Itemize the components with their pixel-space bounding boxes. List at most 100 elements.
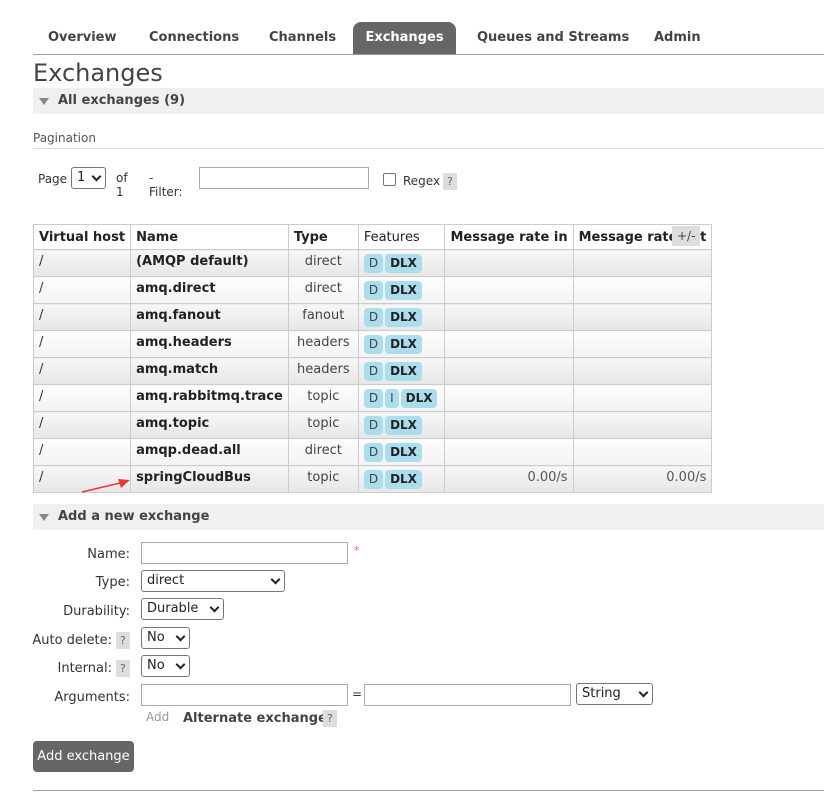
- cell-type: topic: [287, 411, 359, 439]
- feature-badge: D: [363, 389, 384, 408]
- chevron-down-icon: [91, 171, 102, 182]
- arguments-label: Arguments:: [54, 690, 130, 705]
- tab-exchanges[interactable]: Exchanges: [353, 22, 456, 54]
- chevron-down-icon: [209, 602, 220, 613]
- type-label: Type:: [95, 575, 130, 590]
- cell-exchange-name-link[interactable]: amqp.dead.all: [130, 438, 289, 466]
- red-arrow-icon: [81, 479, 130, 493]
- chevron-down-icon: [638, 687, 649, 698]
- col-type[interactable]: Type: [287, 224, 359, 250]
- feature-badge: DLX: [385, 470, 422, 489]
- tab-channels[interactable]: Channels: [254, 22, 351, 54]
- add-exchange-button[interactable]: Add exchange: [33, 741, 134, 772]
- feature-badge: DLX: [385, 443, 422, 462]
- col-name[interactable]: Name: [130, 224, 289, 250]
- tab-overview[interactable]: Overview: [33, 22, 132, 54]
- feature-badge: D: [363, 416, 384, 435]
- durability-select[interactable]: Durable: [141, 598, 224, 620]
- tab-queues-and-streams[interactable]: Queues and Streams: [462, 22, 644, 54]
- tab-admin[interactable]: Admin: [639, 22, 716, 54]
- page-select-value: 1: [77, 170, 86, 185]
- cell-virtual-host: /: [32, 411, 132, 439]
- argument-key-input[interactable]: [141, 684, 348, 706]
- table-row: / (AMQP default) direct D DLX: [32, 249, 713, 277]
- cell-exchange-name-link[interactable]: amq.direct: [130, 276, 289, 304]
- auto-delete-select[interactable]: No: [141, 627, 190, 649]
- cell-features: D DLX: [357, 465, 446, 493]
- auto-delete-help-button[interactable]: ?: [116, 632, 130, 649]
- cell-message-rate-out: [572, 411, 713, 439]
- cell-exchange-name-link[interactable]: amq.headers: [130, 330, 289, 358]
- regex-checkbox[interactable]: [383, 173, 396, 186]
- feature-badge: DLX: [400, 389, 438, 408]
- cell-type: headers: [287, 357, 359, 385]
- bottom-divider: [33, 790, 824, 791]
- argument-type-select-value: String: [582, 686, 621, 701]
- cell-virtual-host: /: [32, 330, 132, 358]
- cell-exchange-name-link[interactable]: springCloudBus: [130, 465, 289, 493]
- table-header-row: Virtual host Name Type Features Message …: [32, 224, 713, 250]
- add-argument-link[interactable]: Add: [146, 710, 169, 724]
- cell-message-rate-in: 0.00/s: [444, 465, 574, 493]
- alternate-exchange-link[interactable]: Alternate exchange: [183, 711, 327, 726]
- cell-exchange-name-link[interactable]: (AMQP default): [130, 249, 289, 277]
- argument-value-input[interactable]: [364, 684, 571, 706]
- type-select[interactable]: direct: [141, 570, 285, 592]
- chevron-down-icon: [270, 574, 281, 585]
- columns-toggle-button[interactable]: +/-: [672, 226, 701, 246]
- add-exchange-title: Add a new exchange: [58, 509, 210, 524]
- cell-exchange-name-link[interactable]: amq.rabbitmq.trace: [130, 384, 289, 412]
- feature-badge: D: [363, 254, 384, 273]
- cell-exchange-name-link[interactable]: amq.fanout: [130, 303, 289, 331]
- feature-badge: DLX: [385, 254, 422, 273]
- table-row: / amq.headers headers D DLX: [32, 330, 713, 358]
- all-exchanges-toggle[interactable]: All exchanges (9): [33, 88, 824, 114]
- triangle-down-icon: [39, 514, 49, 521]
- internal-help-button[interactable]: ?: [116, 660, 130, 677]
- cell-virtual-host: /: [32, 303, 132, 331]
- cell-message-rate-out: [572, 384, 713, 412]
- cell-features: D I DLX: [357, 384, 446, 412]
- col-message-rate-in[interactable]: Message rate in: [444, 224, 574, 250]
- durability-label: Durability:: [63, 604, 130, 619]
- cell-type: headers: [287, 330, 359, 358]
- auto-delete-label: Auto delete:: [32, 633, 112, 648]
- cell-exchange-name-link[interactable]: amq.match: [130, 357, 289, 385]
- table-row: / amq.match headers D DLX: [32, 357, 713, 385]
- cell-message-rate-in: [444, 384, 574, 412]
- cell-type: direct: [287, 438, 359, 466]
- add-exchange-toggle[interactable]: Add a new exchange: [33, 504, 824, 530]
- cell-virtual-host: /: [32, 384, 132, 412]
- main-tabs: Overview Connections Channels Exchanges …: [33, 22, 824, 55]
- argument-type-select[interactable]: String: [576, 683, 653, 705]
- feature-badge: DLX: [385, 335, 422, 354]
- cell-virtual-host: /: [32, 276, 132, 304]
- internal-select[interactable]: No: [141, 655, 190, 677]
- feature-badge: DLX: [385, 308, 422, 327]
- feature-badge: D: [363, 443, 384, 462]
- cell-exchange-name-link[interactable]: amq.topic: [130, 411, 289, 439]
- filter-label: - Filter:: [149, 171, 183, 199]
- cell-features: D DLX: [357, 276, 446, 304]
- filter-input[interactable]: [199, 167, 369, 189]
- alternate-exchange-help-button[interactable]: ?: [323, 710, 337, 727]
- table-row: / amq.direct direct D DLX: [32, 276, 713, 304]
- feature-badge: DLX: [385, 362, 422, 381]
- page-label: Page: [38, 172, 68, 186]
- cell-features: D DLX: [357, 330, 446, 358]
- table-row: / amq.rabbitmq.trace topic D I DLX: [32, 384, 713, 412]
- cell-message-rate-out: [572, 438, 713, 466]
- name-input[interactable]: [141, 542, 348, 564]
- tab-connections[interactable]: Connections: [134, 22, 254, 54]
- type-select-value: direct: [147, 573, 185, 588]
- cell-message-rate-in: [444, 411, 574, 439]
- cell-features: D DLX: [357, 411, 446, 439]
- argument-equals: =: [352, 687, 363, 701]
- regex-help-button[interactable]: ?: [443, 173, 457, 190]
- cell-message-rate-out: [572, 303, 713, 331]
- cell-features: D DLX: [357, 438, 446, 466]
- table-row: / amq.fanout fanout D DLX: [32, 303, 713, 331]
- col-virtual-host[interactable]: Virtual host: [32, 224, 132, 250]
- page-select[interactable]: 1: [71, 167, 106, 189]
- cell-type: topic: [287, 384, 359, 412]
